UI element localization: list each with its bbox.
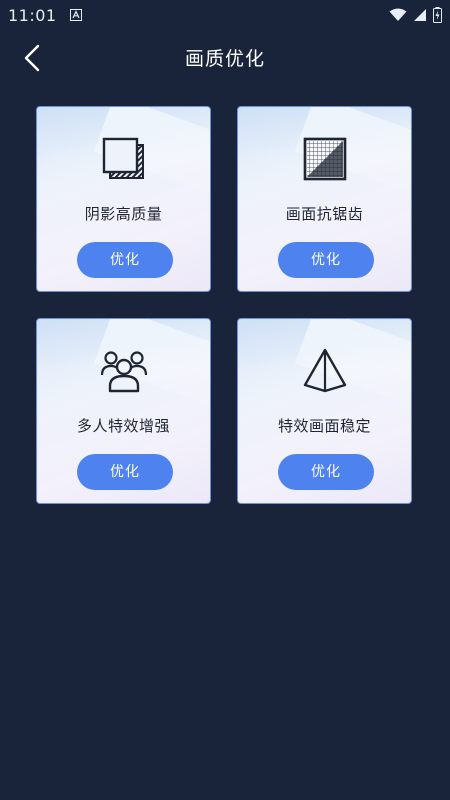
optimize-button[interactable]: 优化	[77, 454, 173, 490]
status-time: 11:01	[8, 6, 57, 25]
battery-icon	[433, 7, 442, 23]
status-icons	[389, 7, 442, 23]
optimize-button[interactable]: 优化	[278, 454, 374, 490]
card-label: 画面抗锯齿	[285, 205, 364, 223]
page-title: 画质优化	[184, 48, 265, 70]
card-multiplayer-effects: 多人特效增强 优化	[36, 318, 211, 504]
card-label: 多人特效增强	[76, 417, 170, 435]
card-label: 特效画面稳定	[277, 417, 371, 435]
optimize-button[interactable]: 优化	[77, 242, 173, 278]
layered-squares-icon	[102, 137, 144, 179]
status-bar: 11:01	[0, 0, 450, 30]
notification-a-icon	[70, 9, 82, 21]
card-shadow-quality: 阴影高质量 优化	[36, 106, 211, 292]
pyramid-icon	[303, 348, 346, 393]
header: 画质优化	[0, 30, 450, 86]
signal-icon	[414, 9, 426, 21]
wifi-icon	[389, 8, 407, 21]
card-effects-stability: 特效画面稳定 优化	[237, 318, 412, 504]
pixel-grid-icon	[303, 137, 346, 181]
card-anti-aliasing: 画面抗锯齿 优化	[237, 106, 412, 292]
card-label: 阴影高质量	[84, 205, 163, 223]
people-group-icon	[100, 351, 147, 393]
optimize-button[interactable]: 优化	[278, 242, 374, 278]
